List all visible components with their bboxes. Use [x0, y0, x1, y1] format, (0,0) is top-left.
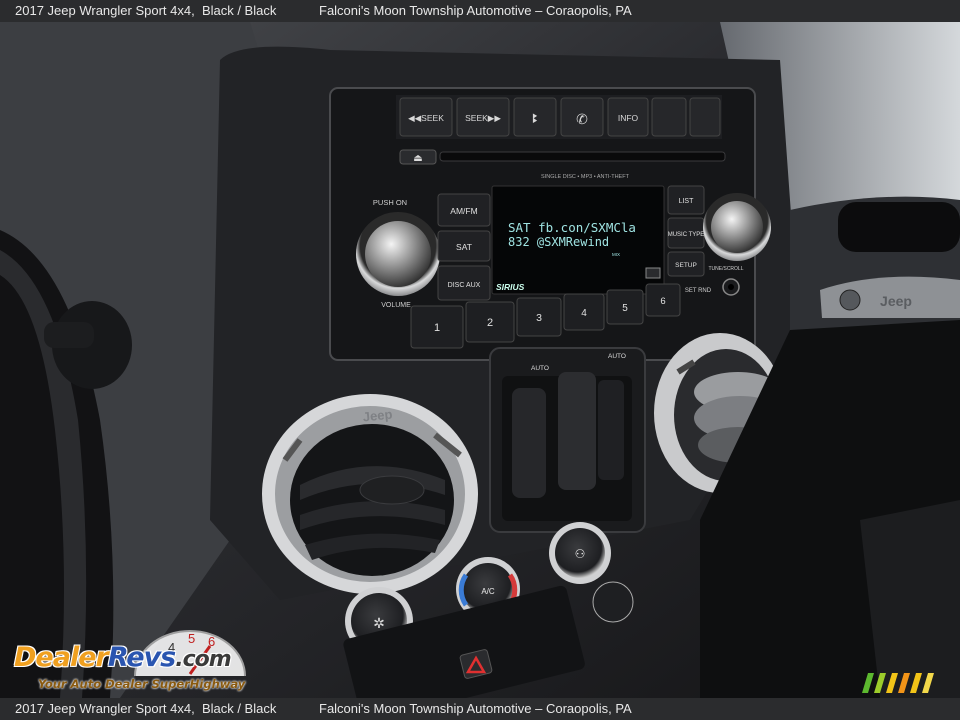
recirc-button[interactable]: [592, 581, 634, 623]
preset-1-label: 1: [434, 322, 440, 334]
info-label: INFO: [618, 113, 639, 123]
volume-label: VOLUME: [381, 302, 411, 309]
bottom-caption-vehicle: 2017 Jeep Wrangler Sport 4x4, Black / Bl…: [15, 701, 277, 716]
preset-2-label: 2: [487, 317, 493, 329]
am-fm-label: AM/FM: [450, 206, 477, 216]
seek-forward-label: SEEK▶▶: [465, 113, 501, 123]
display-line-1: SAT fb.con/SXMCla: [508, 220, 636, 235]
wordmark-part-revs: Revs: [107, 642, 176, 673]
right-switch[interactable]: [598, 380, 624, 480]
display-badge: MIX: [612, 252, 620, 257]
tune-label: TUNE/SCROLL: [708, 266, 743, 272]
forward-button[interactable]: [689, 97, 721, 137]
preset-3-label: 3: [536, 312, 542, 324]
bottom-caption-dealer: Falconi's Moon Township Automotive – Cor…: [319, 701, 632, 716]
sirius-logo: SIRIUS: [496, 282, 525, 292]
disc-label: SINGLE DISC • MP3 • ANTI-THEFT: [541, 174, 630, 180]
dealerrevs-tagline: Your Auto Dealer SuperHighway: [38, 677, 246, 691]
dash-jeep-logo: Jeep: [880, 293, 912, 309]
phone-icon: ✆: [576, 111, 588, 127]
dashboard-photo: ◀◀SEEK SEEK▶▶ ꔪ ✆ INFO ⏏ SINGLE DISC • M…: [0, 22, 960, 698]
photo-frame: 2017 Jeep Wrangler Sport 4x4, Black / Bl…: [0, 0, 960, 720]
sat-label: SAT: [456, 242, 472, 252]
cd-slot: [439, 151, 726, 162]
disc-aux-label: DISC AUX: [448, 282, 481, 289]
preset-6-label: 6: [660, 296, 665, 307]
volume-knob[interactable]: [365, 221, 431, 287]
mode-icon: ⚇: [575, 547, 586, 561]
rewind-button[interactable]: [651, 97, 687, 137]
display-line-2: 832 @SXMRewind: [508, 235, 609, 249]
set-rnd-label: SET RND: [685, 288, 712, 294]
top-caption-bar: 2017 Jeep Wrangler Sport 4x4, Black / Bl…: [0, 0, 960, 22]
grab-handle: [838, 202, 960, 252]
auto-left-label: AUTO: [531, 365, 549, 372]
glovebox-lock[interactable]: [839, 289, 861, 311]
dealerrevs-wordmark: DealerRevs.com: [14, 642, 232, 673]
fan-icon: ✲: [373, 615, 385, 631]
preset-4-label: 4: [581, 308, 587, 319]
ac-icon: A/C: [481, 587, 495, 596]
center-switch[interactable]: [558, 372, 596, 490]
music-type-label: MUSIC TYPE: [668, 232, 705, 238]
voice-icon: ꔪ: [532, 111, 538, 126]
push-on-label: PUSH ON: [373, 198, 407, 207]
wordmark-part-com: .com: [175, 647, 231, 672]
seek-back-label: ◀◀SEEK: [408, 113, 444, 123]
vent-jeep-logo: Jeep: [362, 407, 393, 425]
preset-5-label: 5: [622, 303, 628, 314]
left-switch[interactable]: [512, 388, 546, 498]
tune-knob[interactable]: [711, 201, 763, 253]
list-label: LIST: [679, 198, 695, 205]
top-caption-vehicle: 2017 Jeep Wrangler Sport 4x4, Black / Bl…: [15, 3, 277, 18]
bottom-caption-bar: 2017 Jeep Wrangler Sport 4x4, Black / Bl…: [0, 698, 960, 720]
eject-icon: ⏏: [413, 153, 422, 164]
top-caption-dealer: Falconi's Moon Township Automotive – Cor…: [319, 3, 632, 18]
auto-right-label: AUTO: [608, 353, 626, 360]
setup-label: SETUP: [675, 262, 697, 269]
wordmark-part-dealer: Dealer: [14, 642, 109, 673]
display-icon: [645, 267, 661, 279]
color-stripes-logo: [862, 673, 934, 693]
